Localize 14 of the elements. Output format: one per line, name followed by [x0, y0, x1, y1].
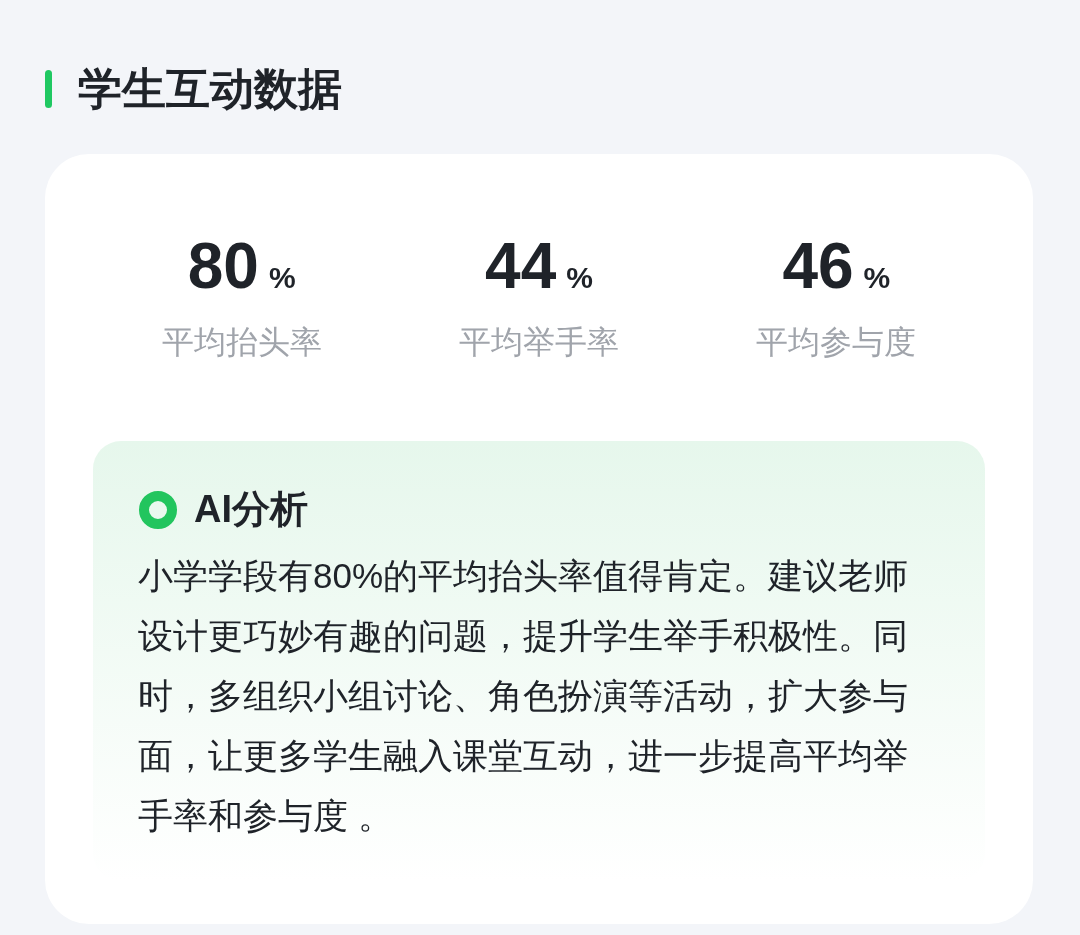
stat-unit: % — [268, 263, 296, 293]
stat-value: 44 — [485, 234, 557, 298]
stat-value: 80 — [187, 234, 259, 298]
stat-value: 46 — [782, 234, 854, 298]
section-title: 学生互动数据 — [78, 67, 342, 111]
analysis-title: AI分析 — [194, 487, 308, 532]
stat-label: 平均举手率 — [459, 323, 619, 362]
ring-icon — [138, 489, 178, 530]
stat-label: 平均抬头率 — [161, 323, 322, 362]
stat-unit: % — [566, 263, 593, 293]
analysis-text: 小学学段有80%的平均抬头率值得肯定。建议老师设计更巧妙有趣的问题，提升学生举手积极性。同时，多组织小组讨论、角色扮演等活动，扩大参与面，让更多学生融入课堂互动，进一步提高平均举手率和参与度 。 — [138, 555, 910, 837]
accent-bar — [45, 70, 52, 108]
stat-label: 平均参与度 — [756, 323, 917, 362]
stat-unit: % — [863, 263, 891, 293]
